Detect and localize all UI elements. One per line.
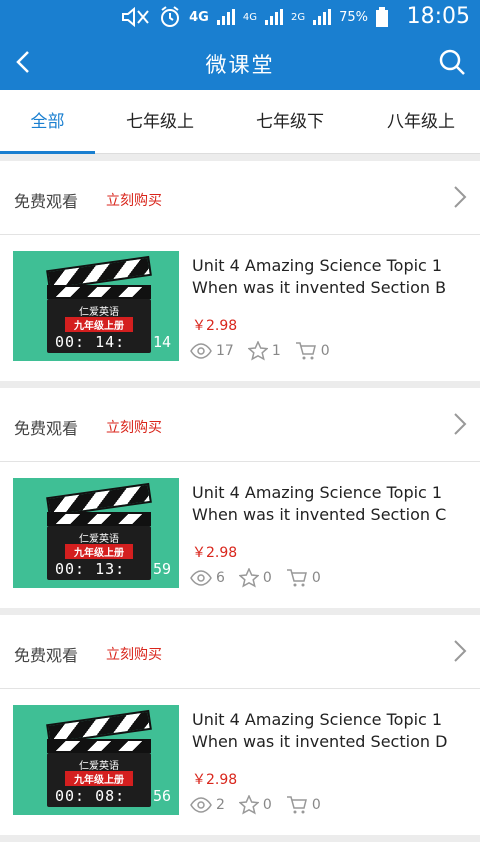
- course-title[interactable]: Unit 4 Amazing Science Topic 1 When was …: [192, 482, 462, 526]
- star-icon[interactable]: [238, 795, 259, 815]
- course-card[interactable]: 免费观看 立刻购买 仁爱英语 九年级上册 00: 08: 56 Unit 4 A…: [0, 615, 480, 835]
- network-type-1: 4G: [189, 9, 209, 25]
- search-button[interactable]: [432, 42, 472, 82]
- network-type-2: 4G: [242, 11, 257, 23]
- course-stats: 17 1 0: [190, 341, 344, 361]
- buy-now-link[interactable]: 立刻购买: [106, 417, 162, 437]
- network-type-3: 2G: [290, 11, 306, 23]
- card-header[interactable]: 免费观看 立刻购买: [0, 388, 480, 462]
- favorite-count: 0: [262, 797, 272, 813]
- signal-icon: [264, 9, 283, 25]
- course-price: ￥2.98: [192, 772, 238, 788]
- course-price: ￥2.98: [192, 318, 238, 334]
- alarm-icon: [161, 6, 180, 27]
- cart-icon[interactable]: [286, 795, 308, 815]
- battery-percent: 75%: [339, 9, 368, 25]
- thumb-publisher: 仁爱英语: [79, 307, 119, 318]
- course-title-line1: Unit 4 Amazing Science Topic 1: [192, 256, 443, 275]
- clapperboard-stripe: [47, 285, 151, 299]
- thumb-seconds: 14: [153, 333, 172, 351]
- chevron-right-icon: [454, 640, 467, 662]
- clapperboard-body: 仁爱英语 九年级上册 00: 14:: [47, 299, 151, 353]
- star-icon[interactable]: [238, 568, 259, 588]
- mute-icon: [122, 7, 149, 27]
- clock: 18:05: [406, 4, 470, 29]
- thumb-seconds: 56: [153, 787, 172, 805]
- card-header[interactable]: 免费观看 立刻购买: [0, 161, 480, 235]
- thumb-duration: 00: 13:: [55, 560, 126, 578]
- video-thumbnail[interactable]: 仁爱英语 九年级上册 00: 14: 14: [13, 251, 179, 361]
- course-title-line1: Unit 4 Amazing Science Topic 1: [192, 710, 443, 729]
- course-stats: 6 0 0: [190, 568, 335, 588]
- course-title[interactable]: Unit 4 Amazing Science Topic 1 When was …: [192, 255, 462, 299]
- status-bar: 4G 4G 2G 75% 18:05: [0, 0, 480, 34]
- eye-icon: [190, 343, 212, 359]
- signal-icon: [216, 9, 235, 25]
- cart-count: 0: [311, 797, 321, 813]
- cart-count: 0: [311, 570, 321, 586]
- eye-icon: [190, 570, 212, 586]
- next-card-edge: [0, 842, 480, 853]
- tab-grade7-second[interactable]: 七年级下: [230, 90, 350, 154]
- eye-icon: [190, 797, 212, 813]
- course-title-line1: Unit 4 Amazing Science Topic 1: [192, 483, 443, 502]
- clapperboard-body: 仁爱英语 九年级上册 00: 13:: [47, 526, 151, 580]
- course-card[interactable]: 免费观看 立刻购买 仁爱英语 九年级上册 00: 14: 14 Unit 4 A…: [0, 161, 480, 381]
- view-count: 6: [216, 570, 225, 586]
- view-count: 2: [216, 797, 225, 813]
- tab-all[interactable]: 全部: [0, 90, 95, 154]
- video-thumbnail[interactable]: 仁爱英语 九年级上册 00: 08: 56: [13, 705, 179, 815]
- page-title: 微课堂: [205, 53, 275, 77]
- video-thumbnail[interactable]: 仁爱英语 九年级上册 00: 13: 59: [13, 478, 179, 588]
- tab-indicator: [0, 151, 95, 154]
- course-stats: 2 0 0: [190, 795, 335, 815]
- course-price: ￥2.98: [192, 545, 238, 561]
- category-tabs: 全部 七年级上 七年级下 八年级上: [0, 90, 480, 154]
- tab-grade7-first[interactable]: 七年级上: [100, 90, 220, 154]
- view-count: 17: [216, 343, 234, 359]
- app-bar: 微课堂: [0, 34, 480, 90]
- card-header[interactable]: 免费观看 立刻购买: [0, 615, 480, 689]
- status-icons: 4G 4G 2G 75%: [121, 6, 388, 28]
- thumb-duration: 00: 08:: [55, 787, 126, 805]
- favorite-count: 1: [271, 343, 281, 359]
- cart-count: 0: [320, 343, 330, 359]
- free-watch-label[interactable]: 免费观看: [14, 415, 78, 439]
- clapperboard-stripe: [47, 739, 151, 753]
- course-title-line2: When was it invented Section C: [192, 505, 447, 524]
- course-title-line2: When was it invented Section D: [192, 732, 448, 751]
- thumb-publisher: 仁爱英语: [79, 761, 119, 772]
- free-watch-label[interactable]: 免费观看: [14, 642, 78, 666]
- cart-icon[interactable]: [286, 568, 308, 588]
- clapperboard-stripe: [47, 512, 151, 526]
- free-watch-label[interactable]: 免费观看: [14, 188, 78, 212]
- signal-icon: [313, 9, 332, 25]
- thumb-duration: 00: 14:: [55, 333, 126, 351]
- buy-now-link[interactable]: 立刻购买: [106, 190, 162, 210]
- thumb-grade: 九年级上册: [65, 544, 133, 559]
- clapperboard-body: 仁爱英语 九年级上册 00: 08:: [47, 753, 151, 807]
- thumb-grade: 九年级上册: [65, 771, 133, 786]
- course-card[interactable]: 免费观看 立刻购买 仁爱英语 九年级上册 00: 13: 59 Unit 4 A…: [0, 388, 480, 608]
- tab-grade8-first[interactable]: 八年级上: [362, 90, 480, 154]
- battery-icon: [376, 7, 388, 27]
- thumb-publisher: 仁爱英语: [79, 534, 119, 545]
- thumb-seconds: 59: [153, 560, 172, 578]
- cart-icon[interactable]: [295, 341, 317, 361]
- buy-now-link[interactable]: 立刻购买: [106, 644, 162, 664]
- star-icon[interactable]: [247, 341, 268, 361]
- search-icon: [439, 49, 465, 75]
- course-title-line2: When was it invented Section B: [192, 278, 447, 297]
- chevron-right-icon: [454, 413, 467, 435]
- favorite-count: 0: [262, 570, 272, 586]
- thumb-grade: 九年级上册: [65, 317, 133, 332]
- chevron-right-icon: [454, 186, 467, 208]
- course-title[interactable]: Unit 4 Amazing Science Topic 1 When was …: [192, 709, 462, 753]
